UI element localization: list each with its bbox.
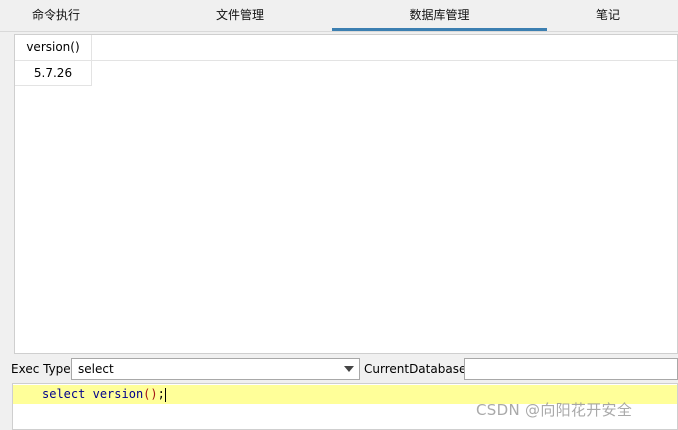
tab-bar: 命令执行 文件管理 数据库管理 笔记	[0, 0, 678, 32]
watermark: CSDN @向阳花开安全	[476, 401, 633, 419]
text-caret	[164, 387, 166, 402]
chevron-down-icon[interactable]	[344, 366, 354, 372]
cell-version-value[interactable]: 5.7.26	[15, 61, 91, 85]
tab-database-manager[interactable]: 数据库管理	[332, 0, 547, 31]
sql-function: version	[92, 387, 144, 401]
exec-type-select[interactable]: select	[71, 358, 360, 380]
exec-type-value: select	[78, 362, 114, 376]
grid-header-row: version()	[15, 35, 677, 61]
sql-keyword: select	[42, 387, 86, 401]
table-row[interactable]: 5.7.26	[15, 61, 92, 86]
tab-notes[interactable]: 笔记	[560, 0, 656, 31]
sql-terminator: ;	[157, 387, 165, 401]
tab-command-exec[interactable]: 命令执行	[0, 0, 112, 31]
result-grid[interactable]: version() 5.7.26	[14, 34, 678, 354]
tab-file-manager[interactable]: 文件管理	[180, 0, 300, 31]
sql-parens: ()	[143, 387, 158, 401]
column-header-version[interactable]: version()	[15, 35, 92, 60]
current-database-label: CurrentDatabase	[364, 362, 467, 376]
left-divider	[0, 32, 10, 358]
exec-type-label: Exec Type	[11, 362, 71, 376]
current-database-input[interactable]	[464, 358, 678, 380]
exec-options-row: Exec Type select CurrentDatabase	[0, 357, 678, 381]
